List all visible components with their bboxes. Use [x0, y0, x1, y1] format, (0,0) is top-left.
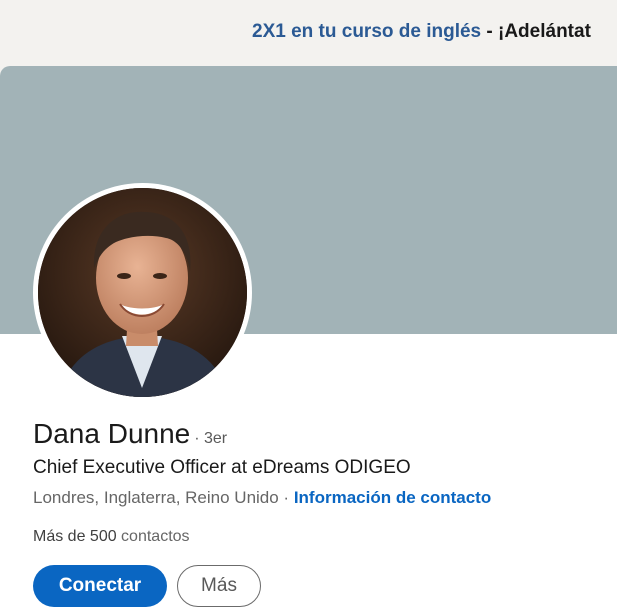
location-row: Londres, Inglaterra, Reino Unido · Infor…: [33, 486, 491, 510]
connect-button[interactable]: Conectar: [33, 565, 167, 607]
promo-rest-text: - ¡Adelántat: [481, 21, 591, 42]
profile-photo-icon: [38, 188, 247, 397]
profile-card: Dana Dunne · 3er Chief Executive Officer …: [0, 66, 617, 615]
separator: ·: [278, 488, 294, 507]
promo-banner: 2X1 en tu curso de inglés - ¡Adelántat: [0, 0, 617, 66]
profile-location: Londres, Inglaterra, Reino Unido: [33, 488, 279, 507]
connections-number: Más de 500: [33, 528, 117, 545]
profile-name: Dana Dunne: [33, 418, 191, 449]
name-row: Dana Dunne · 3er: [33, 416, 227, 457]
profile-headline: Chief Executive Officer at eDreams ODIGE…: [33, 457, 411, 478]
contact-info-link[interactable]: Información de contacto: [294, 488, 491, 507]
connections-label: contactos: [116, 528, 190, 545]
promo-link[interactable]: 2X1 en tu curso de inglés: [252, 21, 481, 42]
connection-degree: · 3er: [194, 430, 228, 447]
promo-text: 2X1 en tu curso de inglés - ¡Adelántat: [252, 20, 591, 44]
more-button[interactable]: Más: [177, 565, 261, 607]
avatar[interactable]: [33, 183, 252, 402]
connections-count[interactable]: Más de 500 contactos: [33, 526, 190, 548]
